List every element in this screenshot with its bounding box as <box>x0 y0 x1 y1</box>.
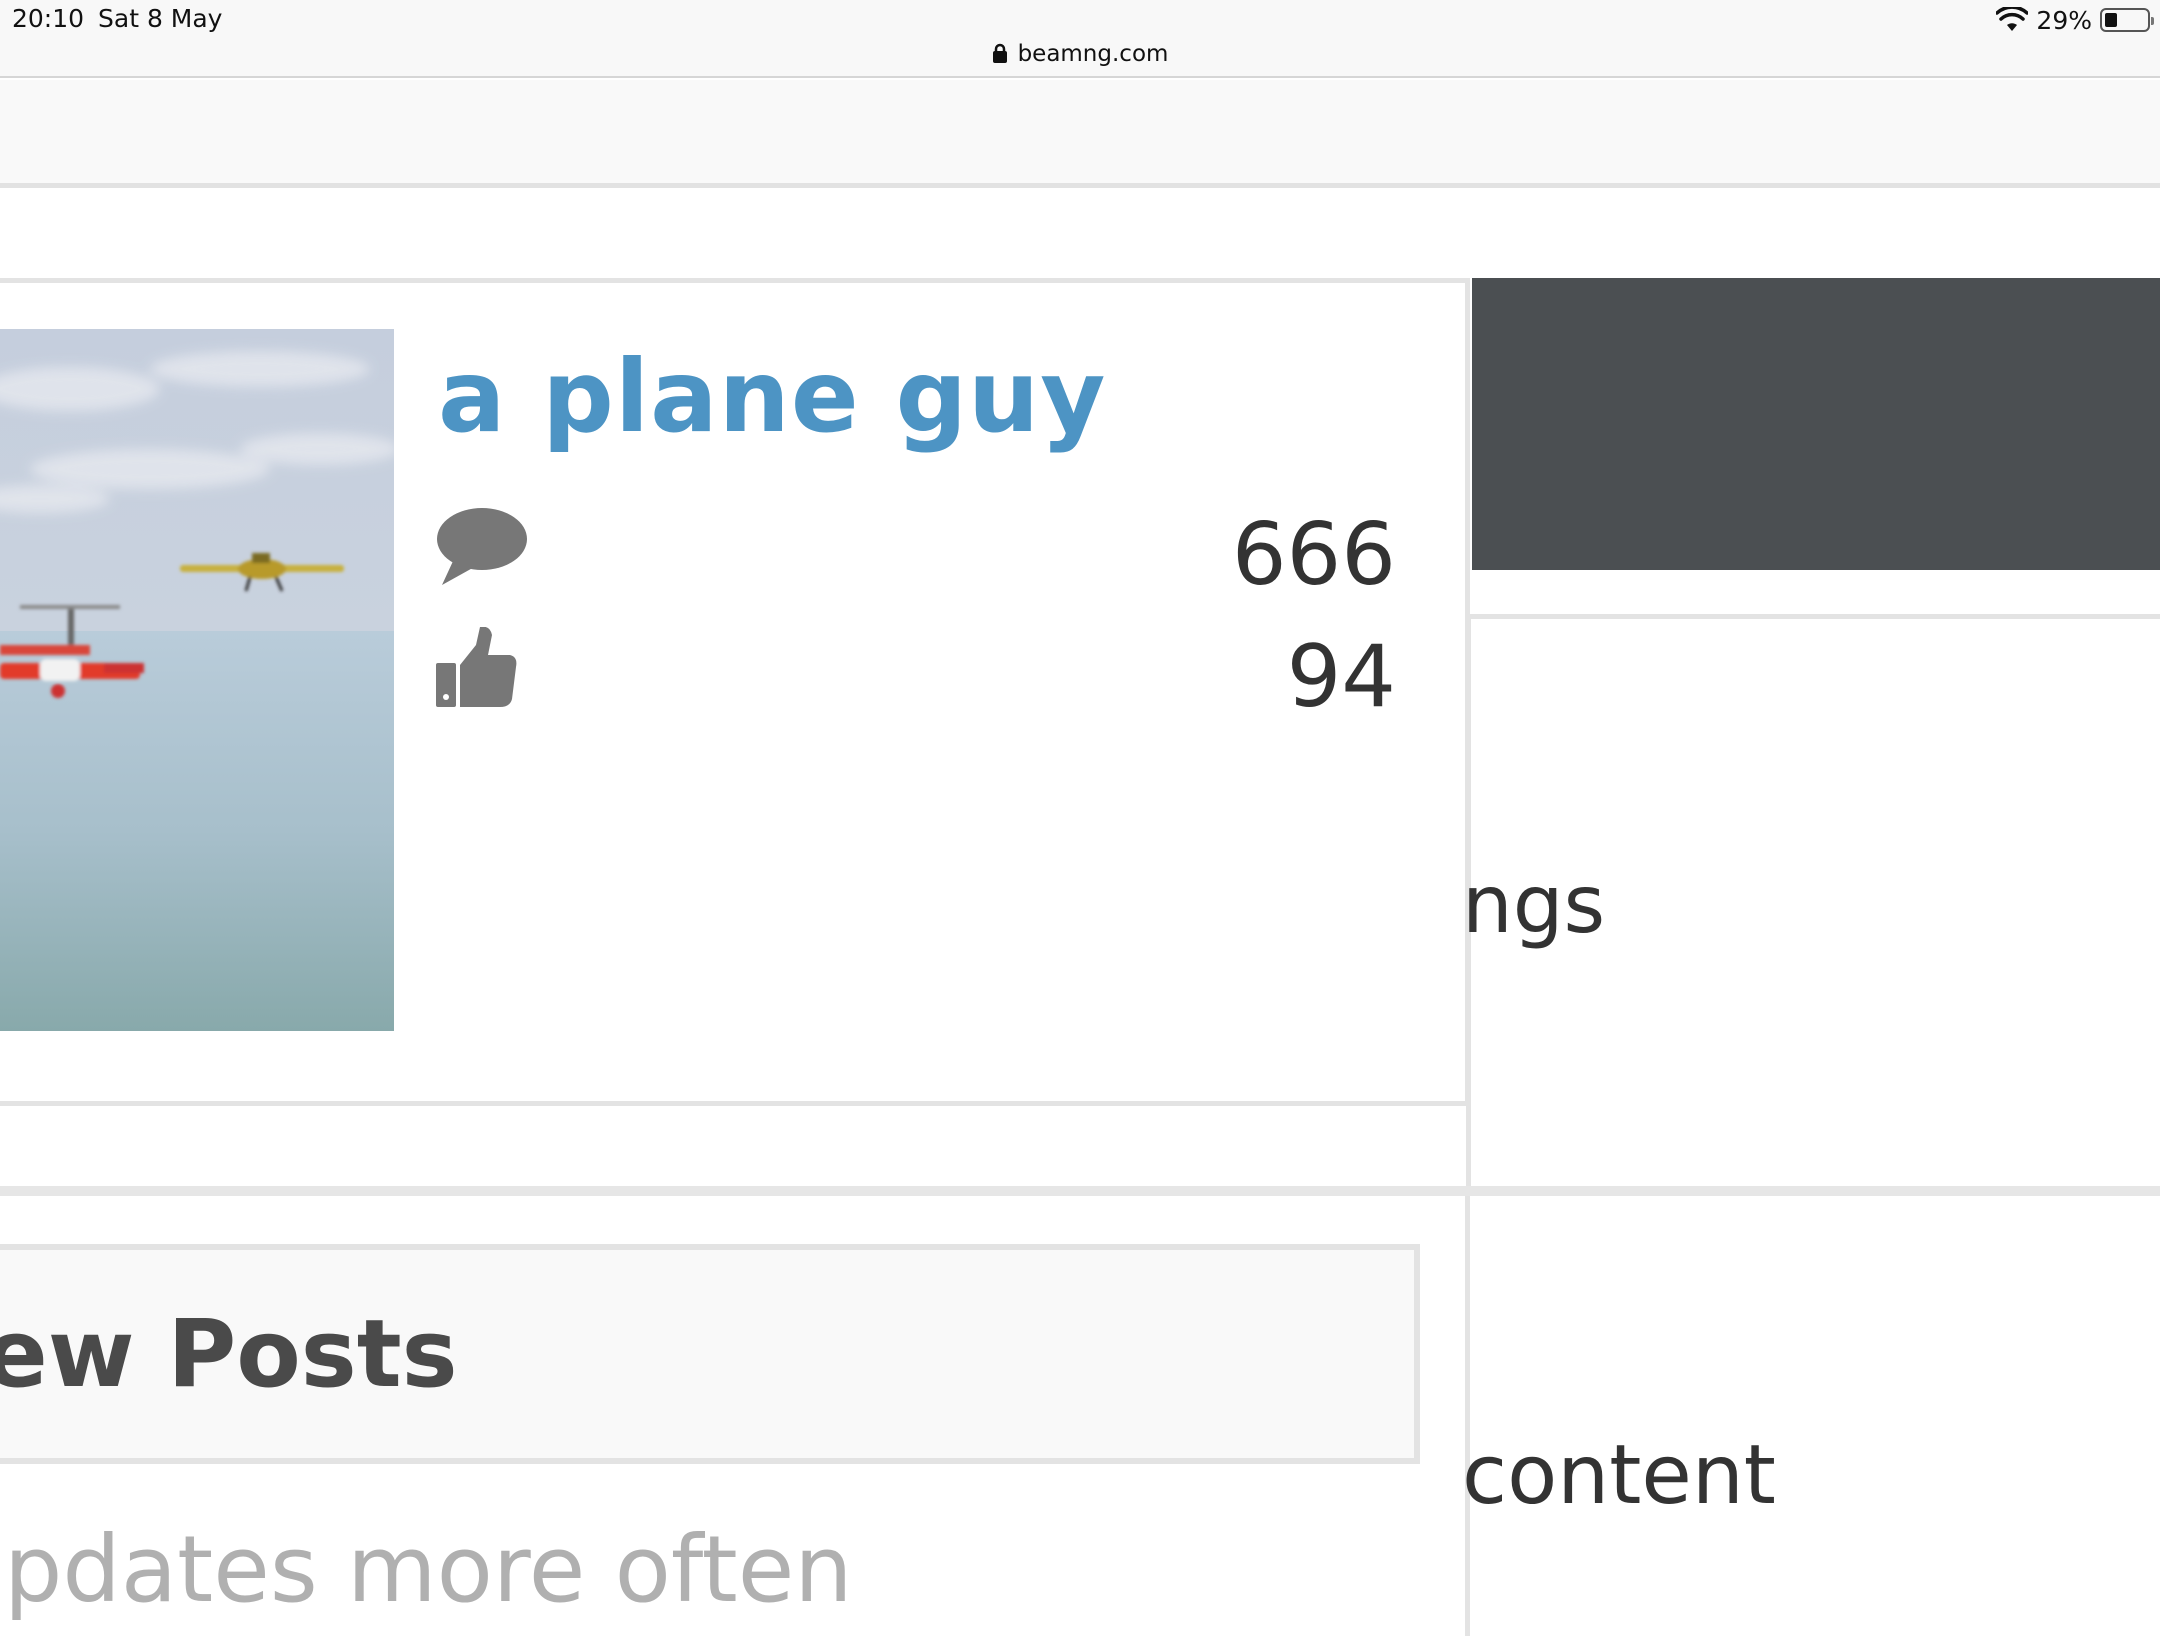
sidebar-dark-panel <box>1472 278 2160 570</box>
sidebar-partial-label-2[interactable]: content <box>1462 1428 1776 1523</box>
status-time: 20:10 <box>12 4 85 33</box>
lock-icon <box>992 43 1007 63</box>
message-count: 666 <box>1231 505 1396 605</box>
section-heading: ew Posts <box>0 1300 458 1409</box>
status-bar: 20:10 Sat 8 May 29% beamng.com <box>0 0 2160 78</box>
battery-fill <box>2105 13 2117 27</box>
status-indicators: 29% <box>1996 4 2154 36</box>
status-date: Sat 8 May <box>98 4 223 33</box>
section-divider <box>0 1186 2160 1196</box>
battery-icon <box>2100 8 2154 32</box>
stat-row-messages: 666 <box>436 505 1396 605</box>
url-text[interactable]: beamng.com <box>1018 41 1169 67</box>
profile-username[interactable]: a plane guy <box>438 338 1106 455</box>
thumbs-up-icon <box>436 627 517 707</box>
avatar[interactable] <box>0 329 394 1031</box>
sidebar-partial-label[interactable]: ngs <box>1462 858 1605 951</box>
site-header <box>0 80 2160 188</box>
stat-row-likes: 94 <box>436 627 1396 727</box>
wifi-icon <box>1996 7 2029 31</box>
post-teaser-text[interactable]: pdates more often <box>4 1516 853 1623</box>
avatar-image <box>0 329 394 1031</box>
battery-percentage: 29% <box>2036 5 2092 35</box>
address-bar[interactable]: beamng.com <box>0 38 2160 70</box>
speech-bubble-icon <box>437 508 527 585</box>
like-count: 94 <box>1286 627 1396 727</box>
